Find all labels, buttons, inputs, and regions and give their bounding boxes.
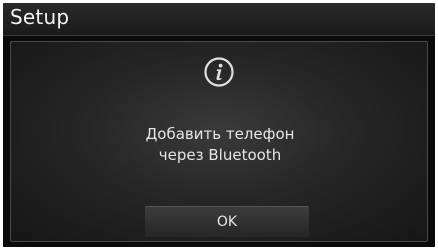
message-line-2: через Bluetooth: [158, 146, 282, 164]
message-line-1: Добавить телефон: [145, 125, 295, 143]
info-icon: [203, 56, 235, 88]
ok-button[interactable]: OK: [145, 206, 309, 237]
info-dialog: Добавить телефон через Bluetooth OK: [10, 41, 428, 242]
title-bar: Setup: [3, 3, 435, 36]
page-title: Setup: [10, 5, 70, 29]
content-area: Добавить телефон через Bluetooth OK: [3, 36, 435, 247]
dialog-message: Добавить телефон через Bluetooth: [11, 124, 429, 166]
head-unit-screen: Setup Добавить телефон через Bluetooth O…: [0, 0, 438, 250]
